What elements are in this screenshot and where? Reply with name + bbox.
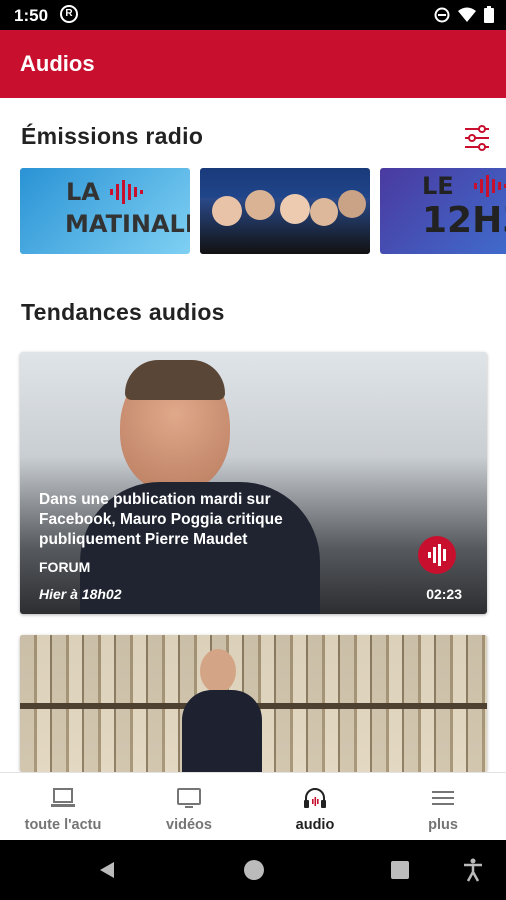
nav-label: plus bbox=[428, 817, 458, 833]
wifi-icon bbox=[458, 7, 476, 22]
headphones-icon bbox=[304, 788, 326, 808]
person-photo bbox=[200, 649, 236, 693]
battery-icon bbox=[484, 6, 494, 23]
bottom-navigation: toute l'actu vidéos audio plus bbox=[0, 772, 506, 841]
presenter bbox=[280, 194, 310, 224]
shows-carousel[interactable]: LA MATINALE LE 12H30 bbox=[20, 168, 506, 254]
tv-icon bbox=[177, 788, 201, 808]
system-navigation-bar bbox=[0, 840, 506, 900]
back-icon[interactable] bbox=[98, 860, 116, 880]
page-title: Audios bbox=[20, 51, 95, 76]
show-card[interactable]: LA MATINALE bbox=[20, 168, 190, 254]
presenter bbox=[310, 198, 338, 226]
audio-headline: Dans une publication mardi sur Facebook,… bbox=[39, 491, 283, 548]
do-not-disturb-icon bbox=[434, 7, 450, 22]
home-icon[interactable] bbox=[243, 859, 265, 881]
presenter bbox=[338, 190, 366, 218]
speaker-hair bbox=[125, 360, 225, 400]
audio-card[interactable] bbox=[20, 635, 487, 772]
show-card[interactable] bbox=[200, 168, 370, 254]
status-icons bbox=[434, 6, 494, 23]
trends-section-title: Tendances audios bbox=[21, 299, 225, 325]
recents-icon[interactable] bbox=[391, 861, 409, 879]
presenter bbox=[245, 190, 275, 220]
nav-item-videos[interactable]: vidéos bbox=[126, 773, 252, 841]
audio-date: Hier à 18h02 bbox=[39, 586, 122, 602]
status-bar: 1:50 R bbox=[0, 0, 506, 30]
nav-item-plus[interactable]: plus bbox=[380, 773, 506, 841]
nav-label: audio bbox=[295, 817, 335, 833]
nav-item-toute-lactu[interactable]: toute l'actu bbox=[0, 773, 126, 841]
show-title-line2: 12H30 bbox=[422, 200, 506, 241]
audio-show-name: FORUM bbox=[39, 559, 91, 575]
nav-label: toute l'actu bbox=[24, 817, 102, 833]
soundwave-icon bbox=[428, 544, 446, 566]
soundwave-icon bbox=[110, 180, 143, 204]
filter-icon[interactable] bbox=[462, 124, 492, 152]
vpn-icon: R bbox=[60, 5, 78, 23]
play-button[interactable] bbox=[418, 536, 456, 574]
nav-item-audio[interactable]: audio bbox=[252, 773, 378, 841]
show-title-line1: LE bbox=[422, 172, 454, 200]
status-time: 1:50 bbox=[14, 6, 49, 25]
shows-section-title: Émissions radio bbox=[21, 123, 204, 149]
nav-label: vidéos bbox=[166, 817, 212, 833]
show-card[interactable]: LE 12H30 bbox=[380, 168, 506, 254]
soundwave-icon bbox=[474, 175, 506, 197]
laptop-icon bbox=[51, 788, 75, 807]
menu-icon bbox=[432, 791, 454, 805]
show-title-line2: MATINALE bbox=[65, 210, 190, 238]
show-title-line1: LA bbox=[66, 178, 100, 206]
person-suit bbox=[182, 690, 262, 772]
main-content[interactable]: Émissions radio LA MATINALE LE 12H30 Ten… bbox=[0, 98, 506, 772]
presenter bbox=[212, 196, 242, 226]
audio-card[interactable]: Dans une publication mardi sur Facebook,… bbox=[20, 352, 487, 614]
audio-duration: 02:23 bbox=[426, 586, 462, 602]
accessibility-icon[interactable] bbox=[463, 858, 483, 882]
app-bar: Audios bbox=[0, 30, 506, 98]
